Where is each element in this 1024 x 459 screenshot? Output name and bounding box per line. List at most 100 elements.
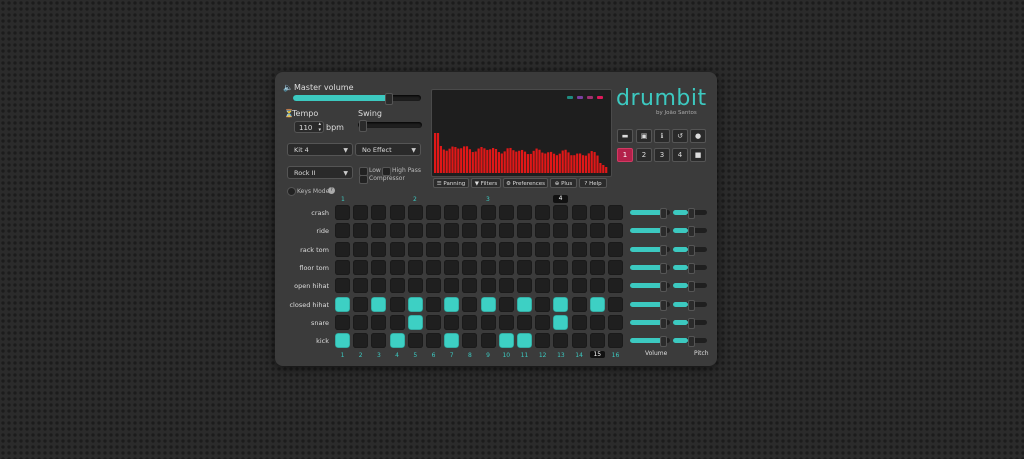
track-volume-handle[interactable] bbox=[660, 317, 667, 329]
track-volume-handle[interactable] bbox=[660, 244, 667, 256]
step-cell[interactable] bbox=[371, 278, 387, 294]
bar-number-2[interactable]: 2 bbox=[413, 196, 417, 203]
step-cell[interactable] bbox=[498, 333, 514, 349]
step-cell[interactable] bbox=[480, 241, 496, 257]
step-cell[interactable] bbox=[608, 314, 623, 330]
step-cell[interactable] bbox=[480, 205, 496, 220]
step-cell[interactable] bbox=[444, 296, 460, 312]
step-cell[interactable] bbox=[571, 259, 587, 275]
step-cell[interactable] bbox=[589, 223, 605, 239]
step-cell[interactable] bbox=[462, 259, 478, 275]
help-circle-icon[interactable]: ? bbox=[328, 187, 335, 194]
step-cell[interactable] bbox=[517, 333, 532, 349]
kit-select[interactable]: Kit 4 ▼ bbox=[287, 143, 353, 156]
step-cell[interactable] bbox=[462, 223, 478, 239]
track-label[interactable]: crash bbox=[275, 209, 329, 217]
step-cell[interactable] bbox=[498, 278, 514, 294]
step-cell[interactable] bbox=[353, 314, 369, 330]
step-cell[interactable] bbox=[444, 205, 460, 220]
step-cell[interactable] bbox=[407, 205, 423, 220]
track-volume-slider[interactable] bbox=[630, 244, 670, 256]
track-pitch-slider[interactable] bbox=[673, 262, 707, 274]
track-pitch-handle[interactable] bbox=[688, 281, 696, 293]
step-cell[interactable] bbox=[498, 259, 514, 275]
master-volume-slider[interactable] bbox=[293, 93, 421, 105]
step-cell[interactable] bbox=[407, 333, 423, 349]
help-button[interactable]: ? Help bbox=[579, 178, 607, 188]
step-cell[interactable] bbox=[335, 314, 350, 330]
pattern-button-2[interactable]: 2 bbox=[636, 148, 652, 162]
step-cell[interactable] bbox=[535, 296, 551, 312]
step-cell[interactable] bbox=[371, 333, 387, 349]
track-volume-slider[interactable] bbox=[630, 226, 670, 238]
bar-number-3[interactable]: 3 bbox=[486, 196, 490, 203]
step-cell[interactable] bbox=[444, 314, 460, 330]
step-cell[interactable] bbox=[371, 314, 387, 330]
step-cell[interactable] bbox=[553, 333, 569, 349]
step-cell[interactable] bbox=[335, 278, 350, 294]
step-cell[interactable] bbox=[571, 223, 587, 239]
track-pitch-handle[interactable] bbox=[688, 299, 696, 311]
step-cell[interactable] bbox=[480, 296, 496, 312]
track-pitch-handle[interactable] bbox=[688, 262, 696, 274]
step-cell[interactable] bbox=[407, 278, 423, 294]
step-cell[interactable] bbox=[498, 205, 514, 220]
step-cell[interactable] bbox=[589, 314, 605, 330]
current-bar-indicator[interactable]: 4 bbox=[553, 195, 568, 203]
step-cell[interactable] bbox=[426, 205, 441, 220]
step-cell[interactable] bbox=[444, 259, 460, 275]
step-cell[interactable] bbox=[426, 333, 441, 349]
step-cell[interactable] bbox=[608, 223, 623, 239]
step-cell[interactable] bbox=[589, 333, 605, 349]
swing-handle[interactable] bbox=[359, 120, 368, 132]
track-label[interactable]: floor tom bbox=[275, 264, 329, 272]
step-cell[interactable] bbox=[335, 241, 350, 257]
step-cell[interactable] bbox=[553, 259, 569, 275]
track-label[interactable]: rack tom bbox=[275, 246, 329, 254]
stop-button[interactable]: ■ bbox=[690, 148, 706, 162]
step-cell[interactable] bbox=[535, 223, 551, 239]
step-cell[interactable] bbox=[553, 241, 569, 257]
step-cell[interactable] bbox=[426, 296, 441, 312]
track-pitch-slider[interactable] bbox=[673, 336, 707, 348]
step-cell[interactable] bbox=[589, 259, 605, 275]
step-cell[interactable] bbox=[608, 241, 623, 257]
step-cell[interactable] bbox=[498, 314, 514, 330]
step-cell[interactable] bbox=[426, 259, 441, 275]
step-cell[interactable] bbox=[535, 259, 551, 275]
step-cell[interactable] bbox=[426, 223, 441, 239]
step-number[interactable]: 4 bbox=[390, 352, 405, 359]
step-cell[interactable] bbox=[535, 333, 551, 349]
step-cell[interactable] bbox=[389, 333, 405, 349]
step-cell[interactable] bbox=[480, 259, 496, 275]
step-number[interactable]: 13 bbox=[553, 352, 568, 359]
step-cell[interactable] bbox=[335, 259, 350, 275]
step-cell[interactable] bbox=[462, 333, 478, 349]
step-cell[interactable] bbox=[371, 296, 387, 312]
step-cell[interactable] bbox=[517, 259, 532, 275]
step-cell[interactable] bbox=[553, 205, 569, 220]
step-cell[interactable] bbox=[462, 241, 478, 257]
step-cell[interactable] bbox=[589, 241, 605, 257]
step-cell[interactable] bbox=[407, 259, 423, 275]
step-number[interactable]: 8 bbox=[462, 352, 477, 359]
step-cell[interactable] bbox=[571, 205, 587, 220]
step-cell[interactable] bbox=[444, 223, 460, 239]
step-number[interactable]: 15 bbox=[589, 351, 605, 358]
step-number[interactable]: 10 bbox=[499, 352, 514, 359]
step-cell[interactable] bbox=[371, 241, 387, 257]
pattern-button-4[interactable]: 4 bbox=[672, 148, 688, 162]
save-button[interactable]: ▣ bbox=[636, 129, 652, 143]
step-cell[interactable] bbox=[589, 205, 605, 220]
effect-select[interactable]: No Effect ▼ bbox=[355, 143, 421, 156]
step-number[interactable]: 11 bbox=[517, 352, 532, 359]
track-pitch-slider[interactable] bbox=[673, 208, 707, 219]
step-cell[interactable] bbox=[571, 314, 587, 330]
step-cell[interactable] bbox=[444, 278, 460, 294]
step-cell[interactable] bbox=[444, 241, 460, 257]
track-label[interactable]: open hihat bbox=[275, 282, 329, 290]
step-cell[interactable] bbox=[608, 296, 623, 312]
swing-slider[interactable] bbox=[358, 120, 422, 132]
track-label[interactable]: snare bbox=[275, 319, 329, 327]
step-cell[interactable] bbox=[462, 278, 478, 294]
